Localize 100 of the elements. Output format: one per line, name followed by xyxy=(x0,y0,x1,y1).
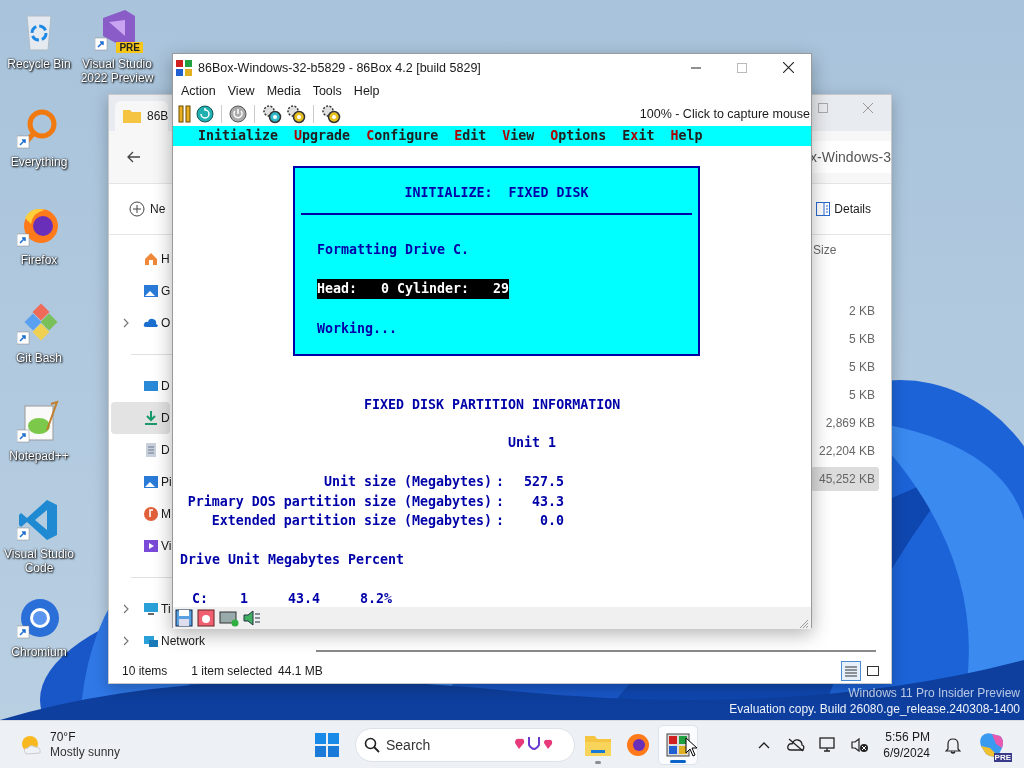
sidebar-label[interactable]: M xyxy=(161,507,171,521)
chevron-icon[interactable] xyxy=(122,604,130,614)
working-status: Working... xyxy=(317,319,398,338)
dialog-message: Formatting Drive C. xyxy=(317,240,470,259)
info-label: Extended partition size (Megabytes) xyxy=(211,512,492,530)
pictures-icon xyxy=(143,474,159,490)
dos-menu-item[interactable]: Upgrade xyxy=(294,126,351,146)
column-header: Drive xyxy=(180,550,220,569)
chevron-icon[interactable] xyxy=(122,636,130,646)
sidebar-item[interactable]: D xyxy=(111,402,170,434)
folder-icon xyxy=(585,733,611,756)
file-size-cell[interactable]: 2 KB xyxy=(811,299,879,323)
sidebar-item[interactable]: D xyxy=(111,370,170,402)
gear-icon[interactable] xyxy=(286,103,306,124)
search-input[interactable]: Search xyxy=(386,736,506,753)
download-icon xyxy=(143,410,159,426)
resize-grip[interactable] xyxy=(799,619,809,629)
section-title: FIXED DISK PARTITION INFORMATION xyxy=(364,396,621,414)
sidebar-item[interactable]: M xyxy=(111,498,171,530)
sidebar-label[interactable]: D xyxy=(161,411,170,425)
dos-menu-item[interactable]: Initialize xyxy=(198,126,279,146)
separator-colon: : xyxy=(496,473,504,491)
desktop-icon xyxy=(143,378,159,394)
sidebar-label[interactable]: D xyxy=(161,443,170,457)
sidebar-item[interactable]: Network xyxy=(111,625,205,657)
chromium-icon xyxy=(17,596,61,640)
explorer-tab[interactable]: 86B xyxy=(115,101,169,131)
windows-logo-icon[interactable] xyxy=(315,732,339,757)
network-card-icon[interactable] xyxy=(219,609,239,627)
column-header[interactable]: Size xyxy=(813,243,891,263)
dos-menu-item[interactable]: Options xyxy=(550,126,607,146)
gear-icon[interactable] xyxy=(321,103,341,124)
separator-colon: : xyxy=(496,512,504,530)
table-cell-text: 43.4 xyxy=(288,590,320,607)
sidebar-item[interactable]: Ti xyxy=(111,593,171,625)
gear-icon[interactable] xyxy=(262,103,282,124)
sidebar-label[interactable]: Pi xyxy=(161,475,172,489)
unit-label: Unit 1 xyxy=(508,433,557,452)
file-size-cell[interactable]: 45,252 KB xyxy=(811,467,879,491)
column-header: Megabytes xyxy=(268,550,340,569)
sidebar-item[interactable]: G xyxy=(111,275,171,307)
sidebar-item[interactable]: D xyxy=(111,434,170,466)
chevron-icon[interactable] xyxy=(122,318,130,328)
item-count: 10 items xyxy=(122,664,168,678)
details-button[interactable]: Details xyxy=(814,198,873,220)
weather-widget[interactable]: 70°F Mostly sunny xyxy=(18,729,298,760)
dos-menu-item[interactable]: Edit xyxy=(454,126,487,146)
dos-menu-item[interactable]: View xyxy=(502,126,535,146)
app-icon xyxy=(176,59,192,76)
sidebar-label[interactable]: O xyxy=(161,316,171,330)
sidebar-label[interactable]: H xyxy=(161,252,170,266)
horizontal-scrollbar[interactable] xyxy=(316,650,876,652)
close-icon[interactable] xyxy=(782,62,794,73)
sidebar-item[interactable]: H xyxy=(111,243,170,275)
sidebar-item[interactable]: Vi xyxy=(111,530,172,562)
sidebar-label[interactable]: D xyxy=(161,379,170,393)
sidebar-label[interactable]: G xyxy=(161,284,171,298)
preview-badge: PRE xyxy=(116,42,143,53)
info-label: Primary DOS partition size (Megabytes) xyxy=(187,492,492,511)
monitor-icon[interactable] xyxy=(819,736,838,753)
cloud-off-icon[interactable] xyxy=(787,737,806,752)
new-button[interactable]: Ne xyxy=(127,197,166,221)
weather-condition: Mostly sunny xyxy=(50,744,121,760)
menu-item[interactable]: Tools xyxy=(306,84,348,98)
menu-item[interactable]: View xyxy=(221,84,261,98)
power-icon[interactable] xyxy=(229,104,247,123)
details-pane-icon xyxy=(816,202,831,216)
gallery-icon xyxy=(143,283,159,299)
speaker-muted-icon[interactable] xyxy=(851,736,870,753)
menu-item[interactable]: Media xyxy=(260,84,307,98)
sidebar-label[interactable]: Network xyxy=(161,634,205,648)
table-cell-text: 8.2% xyxy=(360,590,392,607)
emulator-screen[interactable] xyxy=(173,126,811,607)
sidebar-label[interactable]: Vi xyxy=(161,539,172,553)
sidebar-label[interactable]: Ti xyxy=(161,602,171,616)
file-size-cell[interactable]: 5 KB xyxy=(811,383,879,407)
dos-menu-item[interactable]: Configure xyxy=(366,126,439,146)
speaker-icon[interactable] xyxy=(243,609,261,627)
dos-menu-item[interactable]: Help xyxy=(670,126,703,146)
dos-menu-item[interactable]: Exit xyxy=(622,126,655,146)
file-size-cell[interactable]: 5 KB xyxy=(811,355,879,379)
chevron-up-icon[interactable] xyxy=(758,740,771,749)
floppy-icon[interactable] xyxy=(175,609,193,627)
clock[interactable]: 5:56 PM 6/9/2024 xyxy=(883,728,930,761)
progress-status: Head: 0 Cylinder: 29 xyxy=(317,279,510,299)
bell-icon[interactable] xyxy=(945,735,961,754)
search-icon xyxy=(364,736,380,753)
back-arrow-icon[interactable] xyxy=(127,151,141,163)
menu-item[interactable]: Action xyxy=(175,84,222,98)
info-value: 43.3 xyxy=(531,492,564,511)
file-size-cell[interactable]: 5 KB xyxy=(811,327,879,351)
selection-count: 1 item selected xyxy=(191,664,273,678)
search-field[interactable]: Search xyxy=(355,727,575,762)
pause-icon[interactable] xyxy=(178,104,192,123)
sidebar-item[interactable]: O xyxy=(111,307,171,339)
menu-item[interactable]: Help xyxy=(347,84,386,98)
file-size-cell[interactable]: 2,869 KB xyxy=(811,411,879,435)
sidebar-item[interactable]: Pi xyxy=(111,466,172,498)
reset-icon[interactable] xyxy=(196,104,214,123)
file-size-cell[interactable]: 22,204 KB xyxy=(811,439,879,463)
